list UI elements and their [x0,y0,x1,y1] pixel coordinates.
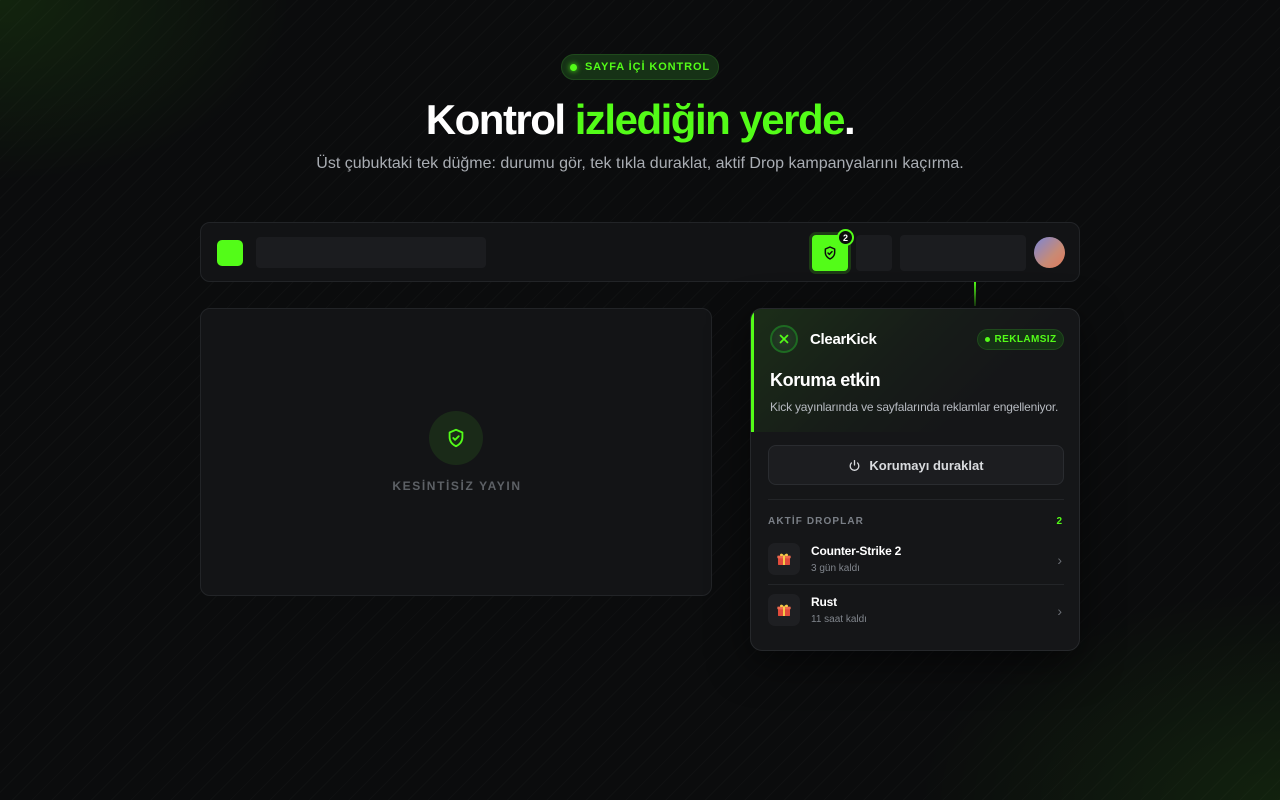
topbar-icon-placeholder[interactable] [856,235,892,271]
video-player[interactable]: KESİNTİSİZ YAYIN [200,308,712,596]
mock-topbar: 2 [200,222,1080,282]
power-icon [849,459,860,471]
player-shield-badge [429,411,483,465]
headline-accent: izlediğin yerde [574,96,846,143]
adfree-dot [984,337,990,342]
pill-label: SAYFA İÇİ KONTROL [584,61,711,73]
status-title: Koruma etkin [770,370,881,390]
drop-item[interactable]: Counter-Strike 2 3 gün kaldı › [768,539,1064,585]
pill-dot [569,63,577,71]
gift-icon [768,594,800,626]
drop-name: Rust [811,595,837,609]
drops-heading: AKTİF DROPLAR [768,516,864,527]
page-headline: Kontrol izlediğin yerde. [0,96,1280,144]
headline-main: Kontrol [425,96,575,143]
search-placeholder[interactable] [256,237,486,268]
site-logo-placeholder[interactable] [217,240,243,266]
clearkick-logo-icon [770,325,798,353]
page-subtitle: Üst çubuktaki tek düğme: durumu gör, tek… [316,155,964,172]
drops-count-badge: 2 [837,229,854,246]
extension-button[interactable]: 2 [812,229,854,271]
popup-connector-line [974,282,976,306]
status-description: Kick yayınlarında ve sayfalarında reklam… [770,400,1059,414]
pause-protection-button[interactable]: Korumayı duraklat [768,445,1064,485]
drop-time-left: 3 gün kaldı [811,563,860,574]
chevron-right-icon: › [1057,552,1062,568]
topbar-button-placeholder[interactable] [900,235,1026,271]
shield-check-icon [824,246,836,260]
drop-name: Counter-Strike 2 [811,544,902,558]
drops-count: 2 [1056,516,1062,527]
avatar[interactable] [1034,237,1065,268]
brand-name: ClearKick [810,331,877,348]
x-mark-icon [779,334,789,344]
player-label: KESİNTİSİZ YAYIN [392,479,522,493]
divider [768,499,1064,500]
chevron-right-icon: › [1057,603,1062,619]
extension-popup: ClearKick REKLAMSIZ Koruma etkin Kick ya… [750,308,1080,651]
gift-icon [768,543,800,575]
section-pill: SAYFA İÇİ KONTROL [561,54,719,80]
drop-item[interactable]: Rust 11 saat kaldı › [768,590,1064,636]
shield-check-icon [448,428,464,448]
headline-end: . [844,96,856,143]
adfree-badge: REKLAMSIZ [977,329,1064,350]
pause-button-label: Korumayı duraklat [869,457,984,473]
adfree-label: REKLAMSIZ [994,334,1057,345]
drop-time-left: 11 saat kaldı [811,614,867,625]
